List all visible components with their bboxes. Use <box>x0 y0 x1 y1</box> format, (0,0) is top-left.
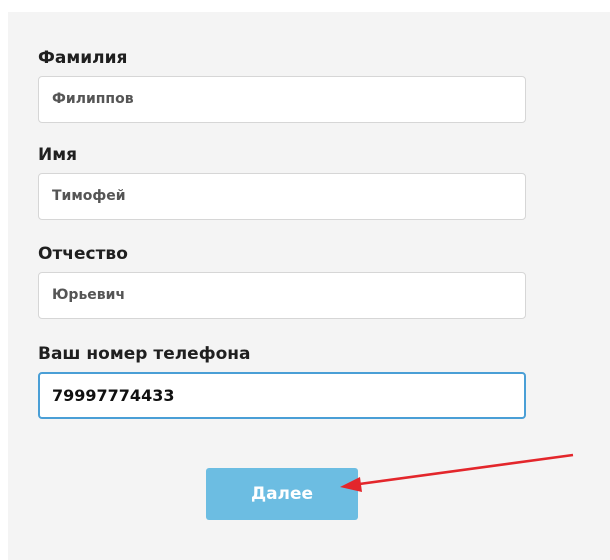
first-name-label: Имя <box>38 145 78 165</box>
first-name-input[interactable]: Тимофей <box>38 173 526 220</box>
form-panel: Фамилия Филиппов Имя Тимофей Отчество Юр… <box>8 12 610 560</box>
phone-label: Ваш номер телефона <box>38 344 251 364</box>
last-name-label: Фамилия <box>38 48 128 68</box>
patronymic-field: Отчество Юрьевич <box>38 242 526 319</box>
next-button[interactable]: Далее <box>206 468 358 520</box>
last-name-input[interactable]: Филиппов <box>38 76 526 123</box>
patronymic-input[interactable]: Юрьевич <box>38 272 526 319</box>
last-name-field: Фамилия Филиппов <box>38 46 526 123</box>
patronymic-label: Отчество <box>38 244 128 264</box>
first-name-field: Имя Тимофей <box>38 143 526 220</box>
phone-field: Ваш номер телефона 79997774433 <box>38 342 526 419</box>
phone-input[interactable]: 79997774433 <box>38 372 526 419</box>
